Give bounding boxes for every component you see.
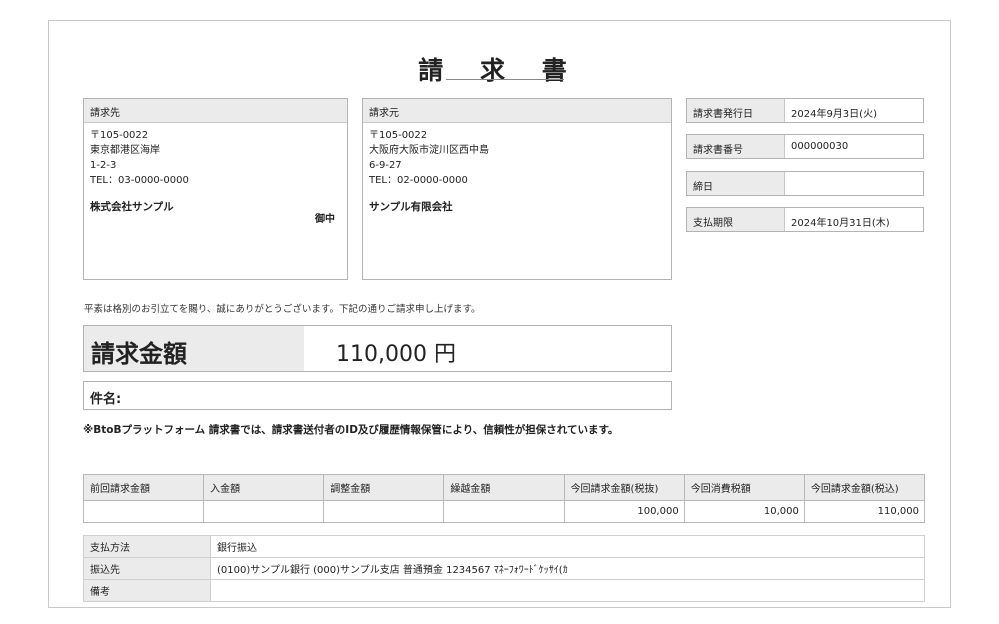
payment-account-label: 振込先 [83, 557, 211, 580]
billing-to-postal: 〒105-0022 [90, 130, 149, 141]
invoice-number-label: 請求書番号 [687, 135, 785, 158]
remarks-label: 備考 [83, 579, 211, 602]
closing-date-label: 締日 [687, 172, 785, 195]
summary-header-payment: 入金額 [203, 474, 325, 501]
invoice-number-value: 000000030 [791, 141, 849, 152]
payment-method-label: 支払方法 [83, 535, 211, 558]
issue-date-label: 請求書発行日 [687, 99, 785, 122]
invoice-title: 請 求 書 [418, 56, 581, 85]
summary-value-carryover [443, 500, 565, 523]
billing-from-header: 請求元 [363, 99, 671, 123]
summary-header-amount-excl-tax: 今回請求金額(税抜) [563, 474, 685, 501]
summary-value-amount-incl-tax: 110,000 [803, 500, 926, 523]
summary-value-previous [82, 500, 205, 523]
billing-to-tel: TEL：03-0000-0000 [90, 175, 189, 186]
invoice-number-row: 請求書番号 000000030 [686, 134, 924, 159]
billing-to-address1: 東京都港区海岸 [90, 145, 160, 156]
billing-from-company: サンプル有限会社 [369, 201, 453, 213]
payment-table: 支払方法 銀行振込 振込先 (0100)サンプル銀行 (000)サンプル支店 普… [83, 535, 925, 602]
closing-date-value [785, 172, 923, 195]
invoice-amount-box: 請求金額 110,000 円 [83, 325, 672, 372]
billing-from-address1: 大阪府大阪市淀川区西中島 [369, 145, 489, 156]
remarks-row: 備考 [83, 579, 925, 602]
summary-value-payment [203, 500, 325, 523]
invoice-amount-label: 請求金額 [84, 326, 304, 371]
invoice-sheet: 請 求 書 請求先 〒105-0022 東京都港区海岸 1-2-3 TEL：03… [48, 20, 951, 608]
issue-date-row: 請求書発行日 2024年9月3日(火) [686, 98, 924, 123]
billing-to-header: 請求先 [84, 99, 347, 123]
billing-from-address2: 6-9-27 [369, 160, 402, 171]
billing-from-box: 請求元 〒105-0022 大阪府大阪市淀川区西中島 6-9-27 TEL：02… [362, 98, 672, 280]
subject-box: 件名: [83, 381, 672, 410]
greeting-text: 平素は格別のお引立てを賜り、誠にありがとうございます。下記の通りご請求申し上げま… [84, 304, 481, 315]
payment-account-value: (0100)サンプル銀行 (000)サンプル支店 普通預金 1234567 ﾏﾈ… [210, 557, 925, 580]
due-date-row: 支払期限 2024年10月31日(木) [686, 207, 924, 232]
invoice-amount-value: 110,000 円 [336, 342, 456, 367]
billing-to-company: 株式会社サンプル [90, 201, 174, 213]
billing-from-tel: TEL：02-0000-0000 [369, 175, 468, 186]
payment-method-row: 支払方法 銀行振込 [83, 535, 925, 558]
summary-table: 前回請求金額 入金額 調整金額 繰越金額 今回請求金額(税抜) 今回消費税額 今… [82, 474, 926, 523]
summary-header-carryover: 繰越金額 [443, 474, 565, 501]
payment-method-value: 銀行振込 [210, 535, 925, 558]
trust-note: ※BtoBプラットフォーム 請求書では、請求書送付者のID及び履歴情報保管により… [83, 424, 619, 436]
summary-value-tax: 10,000 [683, 500, 805, 523]
summary-header-row: 前回請求金額 入金額 調整金額 繰越金額 今回請求金額(税抜) 今回消費税額 今… [82, 474, 926, 501]
payment-account-row: 振込先 (0100)サンプル銀行 (000)サンプル支店 普通預金 123456… [83, 557, 925, 580]
remarks-value [210, 579, 925, 602]
billing-from-body: 〒105-0022 大阪府大阪市淀川区西中島 6-9-27 TEL：02-000… [363, 123, 671, 220]
due-date-value: 2024年10月31日(木) [791, 218, 890, 229]
summary-value-adjustment [323, 500, 445, 523]
summary-value-row: 100,000 10,000 110,000 [82, 500, 926, 523]
title-underline [446, 79, 564, 80]
due-date-label: 支払期限 [687, 208, 785, 231]
closing-date-row: 締日 [686, 171, 924, 196]
billing-to-address2: 1-2-3 [90, 160, 117, 171]
billing-to-body: 〒105-0022 東京都港区海岸 1-2-3 TEL：03-0000-0000… [84, 123, 347, 220]
summary-header-adjustment: 調整金額 [323, 474, 445, 501]
billing-to-box: 請求先 〒105-0022 東京都港区海岸 1-2-3 TEL：03-0000-… [83, 98, 348, 280]
summary-header-previous: 前回請求金額 [82, 474, 205, 501]
summary-header-tax: 今回消費税額 [683, 474, 805, 501]
billing-to-honorific: 御中 [315, 214, 335, 225]
subject-label: 件名: [90, 392, 122, 407]
summary-value-amount-excl-tax: 100,000 [563, 500, 685, 523]
billing-from-postal: 〒105-0022 [369, 130, 428, 141]
issue-date-value: 2024年9月3日(火) [791, 109, 877, 120]
summary-header-amount-incl-tax: 今回請求金額(税込) [803, 474, 926, 501]
